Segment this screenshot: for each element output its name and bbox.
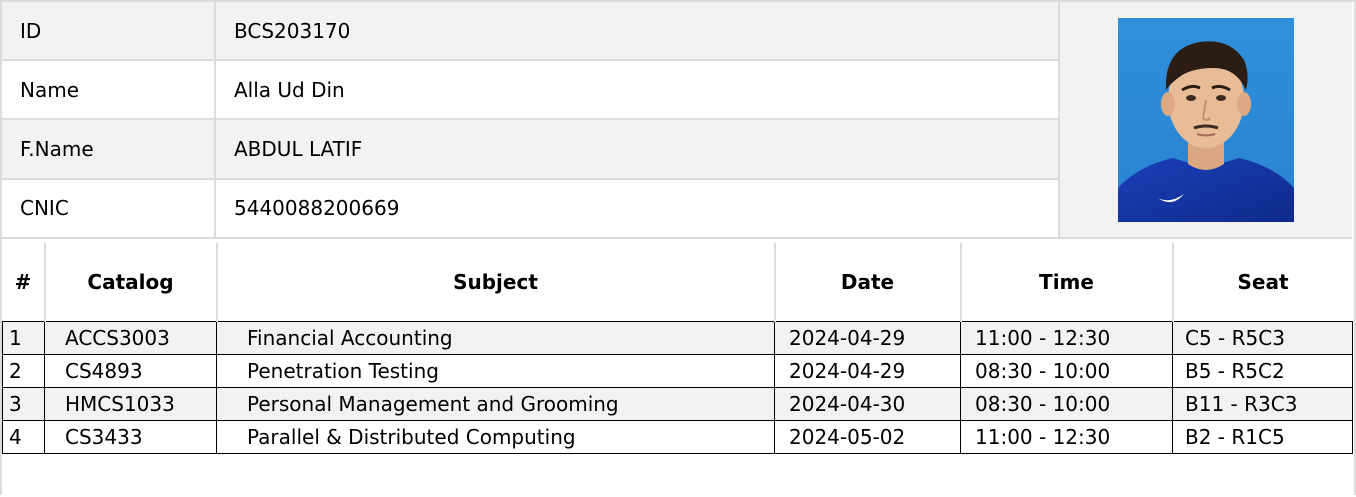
row-date: 2024-04-29: [774, 321, 961, 355]
id-value: BCS203170: [215, 2, 1060, 62]
header-catalog: Catalog: [44, 243, 218, 322]
row-catalog: HMCS1033: [44, 387, 217, 421]
name-label: Name: [2, 60, 216, 121]
photo-cell: [1059, 2, 1352, 239]
header-date: Date: [774, 243, 962, 322]
row-subject: Penetration Testing: [216, 354, 775, 388]
header-seat: Seat: [1172, 243, 1353, 322]
student-info-table: ID BCS203170 Name Alla Ud Din F.Name ABD…: [2, 2, 1352, 240]
father-name-label: F.Name: [2, 119, 216, 180]
row-time: 08:30 - 10:00: [960, 354, 1173, 388]
name-value: Alla Ud Din: [215, 60, 1060, 121]
table-row: 1 ACCS3003 Financial Accounting 2024-04-…: [2, 321, 1353, 355]
row-date: 2024-05-02: [774, 420, 961, 454]
table-row: 2 CS4893 Penetration Testing 2024-04-29 …: [2, 354, 1353, 388]
header-subject: Subject: [216, 243, 776, 322]
row-time: 08:30 - 10:00: [960, 387, 1173, 421]
header-num: #: [2, 243, 46, 322]
student-photo: [1118, 17, 1294, 222]
exam-header-row: # Catalog Subject Date Time Seat: [2, 243, 1353, 322]
row-num: 4: [2, 420, 45, 454]
row-date: 2024-04-29: [774, 354, 961, 388]
row-time: 11:00 - 12:30: [960, 420, 1173, 454]
row-catalog: CS3433: [44, 420, 217, 454]
row-num: 2: [2, 354, 45, 388]
row-seat: C5 - R5C3: [1172, 321, 1353, 355]
row-subject: Parallel & Distributed Computing: [216, 420, 775, 454]
row-catalog: ACCS3003: [44, 321, 217, 355]
cnic-value: 5440088200669: [215, 178, 1060, 240]
table-row: 4 CS3433 Parallel & Distributed Computin…: [2, 420, 1353, 454]
row-subject: Financial Accounting: [216, 321, 775, 355]
row-seat: B5 - R5C2: [1172, 354, 1353, 388]
father-name-value: ABDUL LATIF: [215, 119, 1060, 180]
cnic-label: CNIC: [2, 178, 216, 240]
info-row-id: ID BCS203170: [2, 2, 1352, 239]
table-row: 3 HMCS1033 Personal Management and Groom…: [2, 387, 1353, 421]
row-num: 1: [2, 321, 45, 355]
row-seat: B2 - R1C5: [1172, 420, 1353, 454]
row-subject: Personal Management and Grooming: [216, 387, 775, 421]
header-time: Time: [960, 243, 1174, 322]
row-num: 3: [2, 387, 45, 421]
row-date: 2024-04-30: [774, 387, 961, 421]
row-time: 11:00 - 12:30: [960, 321, 1173, 355]
row-seat: B11 - R3C3: [1172, 387, 1353, 421]
id-label: ID: [2, 2, 216, 62]
exam-schedule-table: # Catalog Subject Date Time Seat 1 ACCS3…: [2, 243, 1353, 454]
row-catalog: CS4893: [44, 354, 217, 388]
